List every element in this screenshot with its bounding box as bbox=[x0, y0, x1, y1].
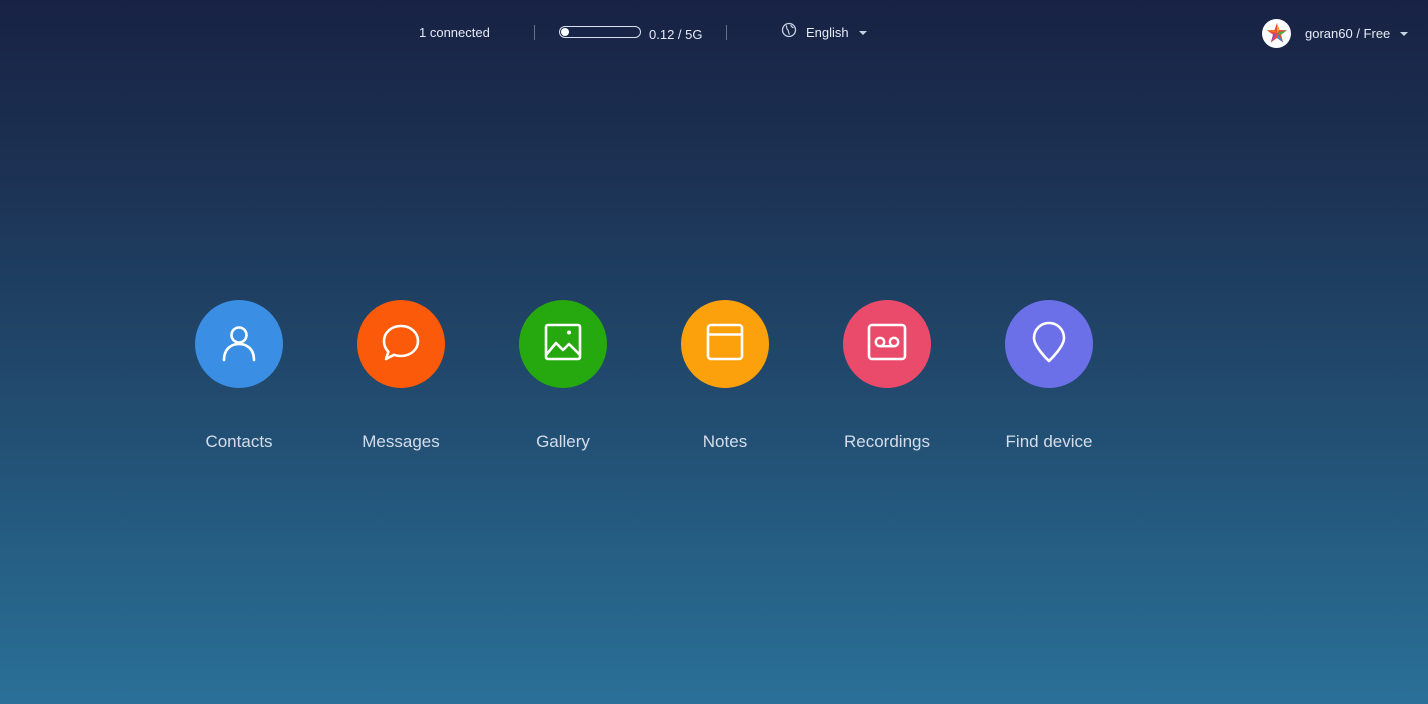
top-bar: 1 connected 0.12 / 5G English goran60 / … bbox=[0, 0, 1428, 66]
star-avatar-icon bbox=[1262, 18, 1291, 48]
storage-bar-fill bbox=[561, 28, 569, 36]
app-label: Messages bbox=[362, 432, 440, 451]
recorder-icon bbox=[866, 322, 908, 367]
notes-icon bbox=[705, 322, 745, 367]
app-icon-circle[interactable] bbox=[519, 300, 607, 388]
app-label: Notes bbox=[702, 432, 748, 451]
storage-bar bbox=[559, 26, 641, 38]
person-icon bbox=[219, 322, 259, 367]
divider bbox=[726, 25, 727, 40]
app-label: Find device bbox=[1005, 432, 1093, 451]
app-icon-circle[interactable] bbox=[195, 300, 283, 388]
app-icon-circle[interactable] bbox=[357, 300, 445, 388]
location-pin-icon bbox=[1029, 320, 1069, 369]
divider bbox=[534, 25, 535, 40]
app-icon-circle[interactable] bbox=[681, 300, 769, 388]
app-label: Contacts bbox=[205, 432, 273, 451]
app-icon-circle[interactable] bbox=[1005, 300, 1093, 388]
image-icon bbox=[543, 322, 583, 367]
app-label: Gallery bbox=[536, 432, 590, 451]
chat-bubble-icon bbox=[381, 322, 421, 367]
chevron-down-icon bbox=[1400, 31, 1409, 36]
app-label: Recordings bbox=[844, 432, 930, 451]
app-icon-circle[interactable] bbox=[843, 300, 931, 388]
user-menu[interactable]: goran60 / Free bbox=[1262, 18, 1409, 48]
chevron-down-icon bbox=[858, 31, 867, 35]
language-selector[interactable]: English bbox=[781, 22, 867, 43]
storage-text: 0.12 / 5G bbox=[649, 27, 703, 42]
language-label: English bbox=[806, 25, 849, 40]
connection-status[interactable]: 1 connected bbox=[419, 25, 490, 40]
globe-icon bbox=[781, 22, 797, 43]
user-label: goran60 / Free bbox=[1305, 25, 1391, 41]
